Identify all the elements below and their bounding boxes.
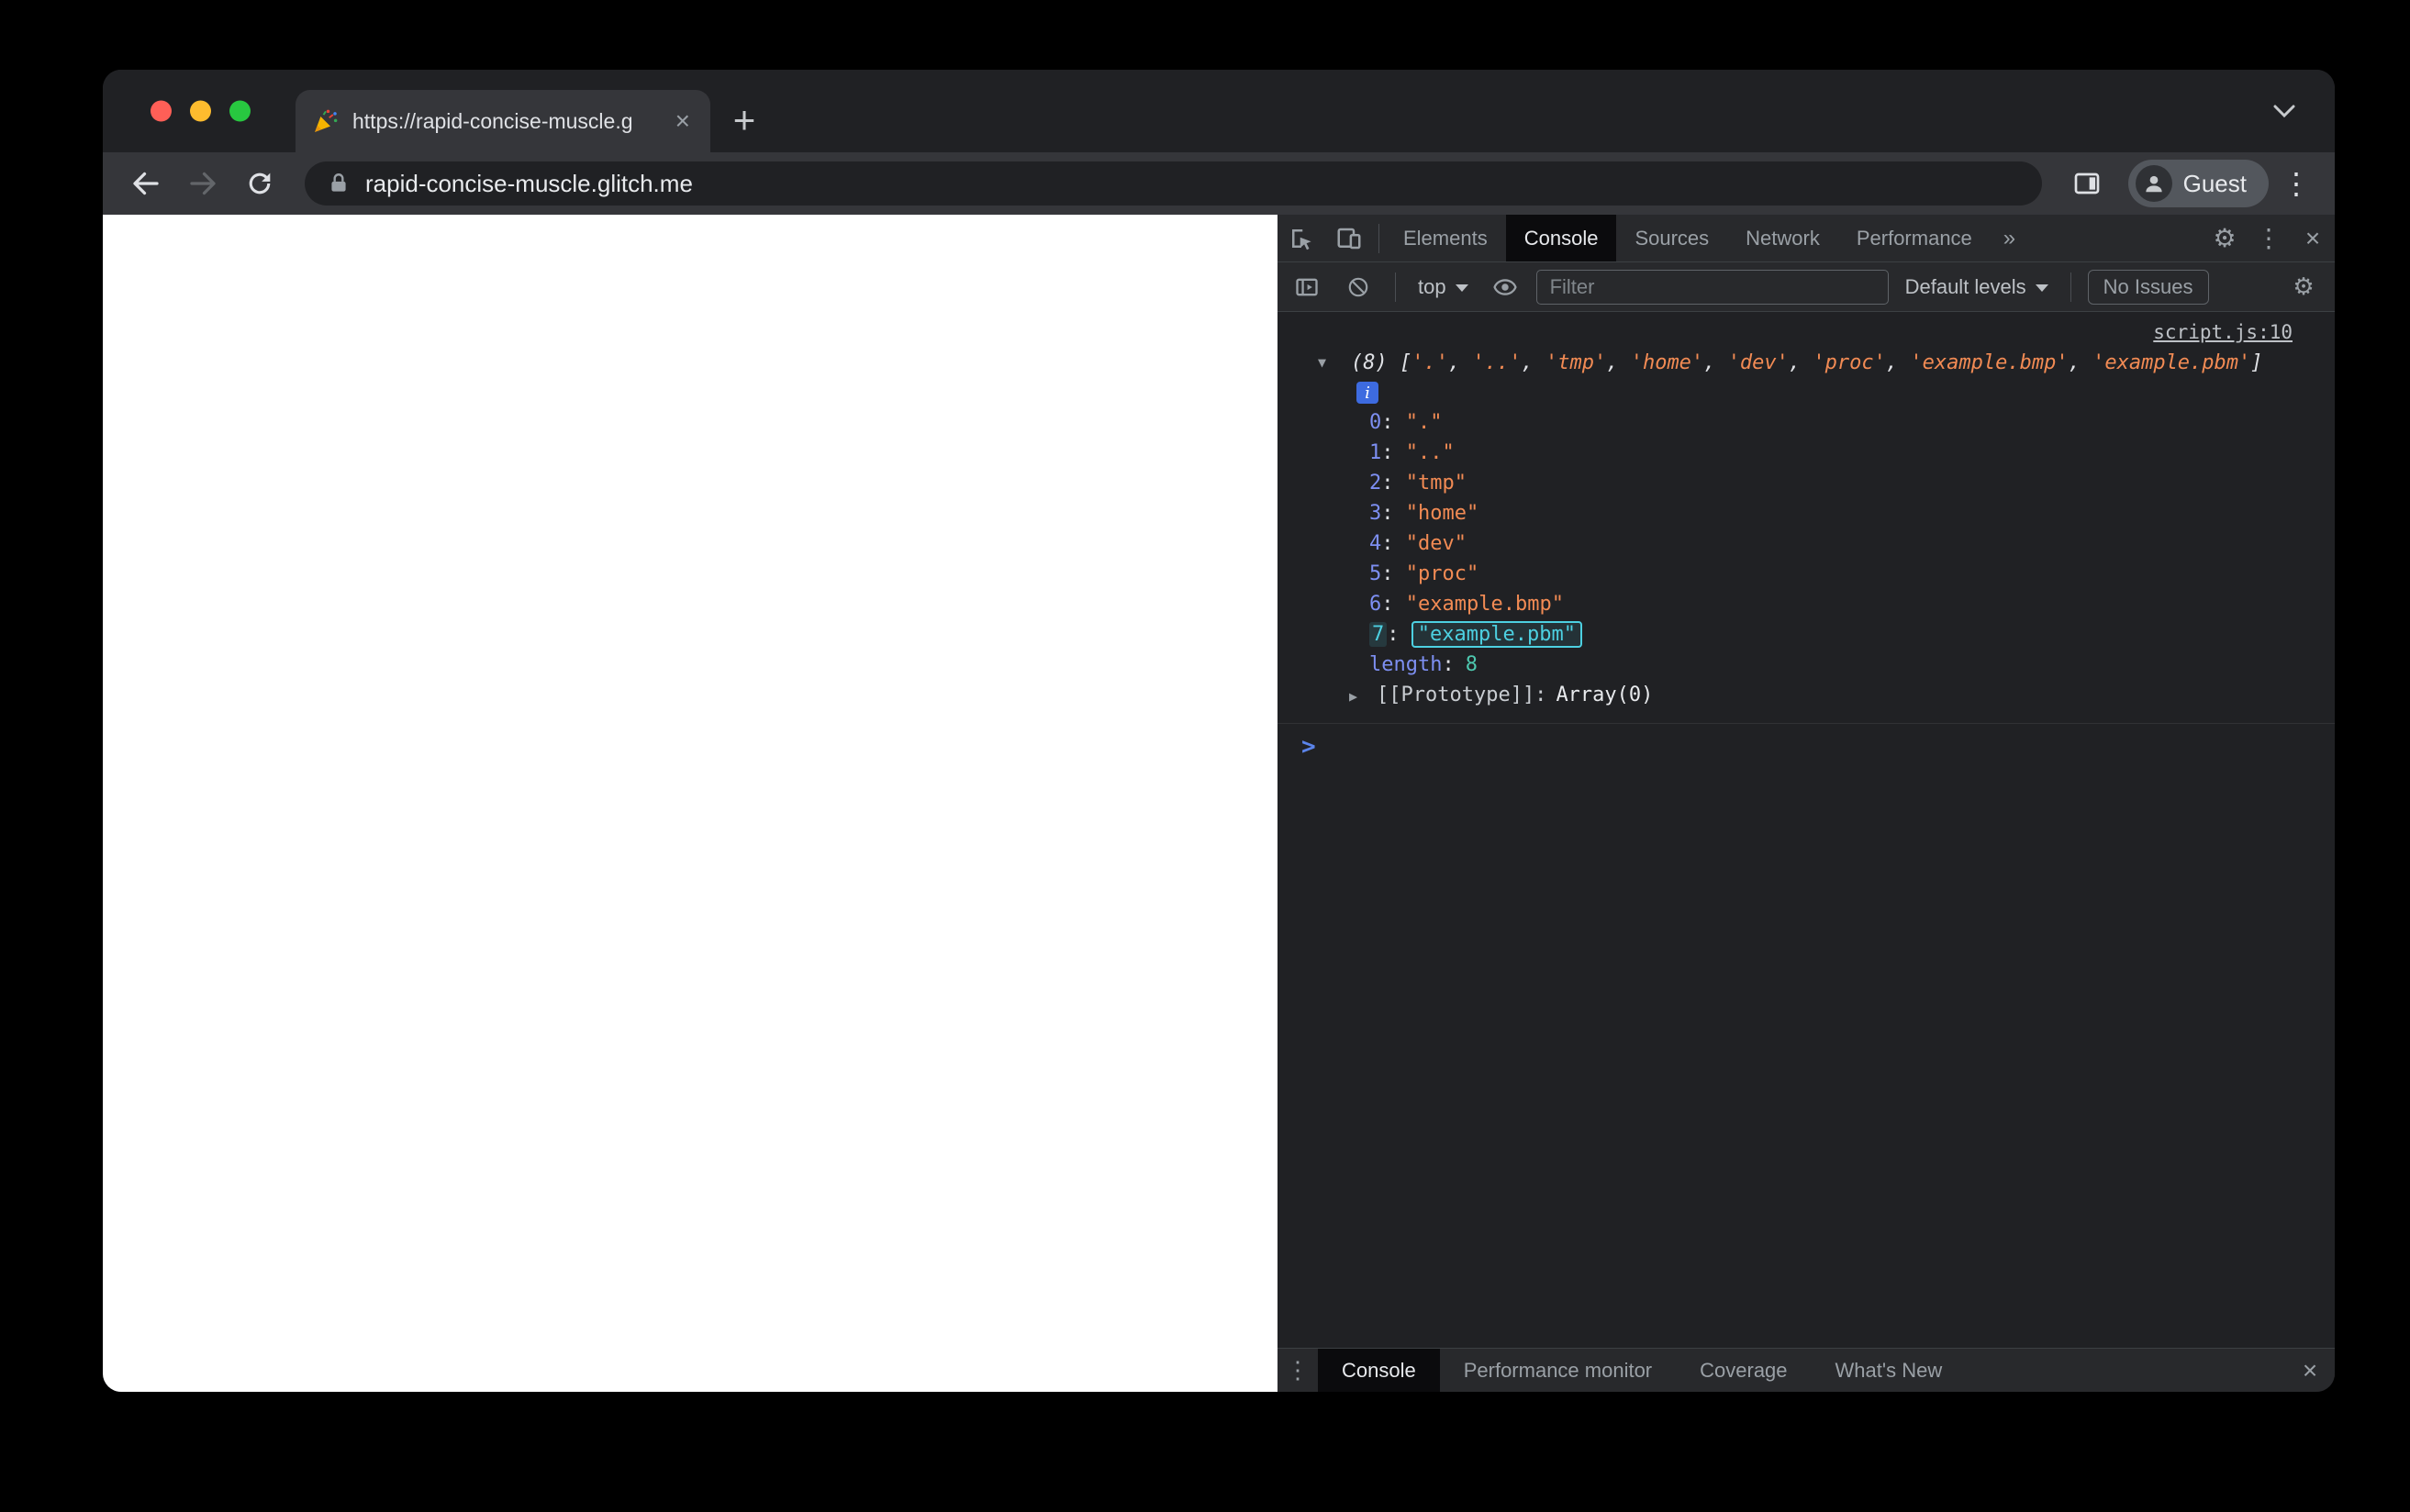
tab-performance[interactable]: Performance [1838, 215, 1991, 261]
separator [1378, 223, 1379, 253]
browser-menu-kebab-icon[interactable]: ⋮ [2276, 166, 2316, 201]
console-array-entry: 2: "tmp" [1369, 472, 1467, 495]
log-levels-selector[interactable]: Default levels [1900, 275, 2054, 299]
length-label: length [1369, 653, 1443, 676]
separator [1395, 272, 1396, 302]
profile-chip[interactable]: Guest [2127, 160, 2269, 207]
tab-strip: https://rapid-concise-muscle.g × + [103, 70, 2335, 152]
tab-close-icon[interactable]: × [672, 108, 694, 134]
tab-title: https://rapid-concise-muscle.g [352, 108, 633, 133]
log-levels-label: Default levels [1904, 274, 2026, 298]
array-preview: (8) ['.', '..', 'tmp', 'home', 'dev', 'p… [1351, 351, 2263, 374]
console-sidebar-toggle-icon[interactable] [1287, 267, 1327, 307]
context-selector[interactable]: top [1412, 275, 1474, 299]
console-log-message: script.js:10 ▼ (8) ['.', '..', 'tmp', 'h… [1278, 317, 2335, 724]
avatar [2135, 165, 2172, 202]
profile-label: Guest [2182, 169, 2247, 197]
drawer-menu-kebab-icon[interactable]: ⋮ [1278, 1356, 1318, 1384]
url-text: rapid-concise-muscle.glitch.me [365, 169, 693, 197]
tab-sources[interactable]: Sources [1616, 215, 1727, 261]
prototype-value: Array(0) [1556, 684, 1654, 706]
back-button[interactable] [121, 159, 171, 208]
devtools-panel: Elements Console Sources Network Perform… [1278, 215, 2335, 1392]
party-popper-icon [312, 107, 340, 135]
device-toolbar-icon[interactable] [1325, 215, 1373, 262]
browser-toolbar: rapid-concise-muscle.glitch.me Guest ⋮ [103, 152, 2335, 215]
drawer-tab-performance-monitor[interactable]: Performance monitor [1440, 1349, 1676, 1392]
devtools-settings-gear-icon[interactable]: ⚙ [2203, 215, 2247, 262]
page-viewport[interactable] [103, 215, 1278, 1392]
new-tab-button[interactable]: + [720, 95, 769, 145]
console-filter-input[interactable] [1535, 269, 1889, 305]
array-length-row: length: 8 [1369, 653, 1478, 676]
side-panel-icon[interactable] [2062, 159, 2112, 208]
forward-button[interactable] [178, 159, 228, 208]
separator [2070, 272, 2071, 302]
console-array-entry: 3: "home" [1369, 502, 1479, 525]
drawer-tab-coverage[interactable]: Coverage [1676, 1349, 1811, 1392]
drawer-close-icon[interactable]: × [2285, 1349, 2335, 1393]
context-selector-label: top [1418, 274, 1446, 298]
url-bar[interactable]: rapid-concise-muscle.glitch.me [305, 161, 2042, 206]
devtools-menu-kebab-icon[interactable]: ⋮ [2247, 215, 2291, 262]
window-content: Elements Console Sources Network Perform… [103, 215, 2335, 1392]
close-window-button[interactable] [151, 100, 172, 122]
browser-window: https://rapid-concise-muscle.g × + rapid… [103, 70, 2335, 1392]
issues-counter[interactable]: No Issues [2087, 269, 2209, 305]
console-array-entry: 5: "proc" [1369, 562, 1479, 585]
tab-network[interactable]: Network [1727, 215, 1838, 261]
tab-console[interactable]: Console [1505, 215, 1617, 261]
console-array-entry: 1: ".." [1369, 441, 1455, 464]
disclosure-expanded-icon[interactable]: ▼ [1318, 348, 1342, 378]
tab-search-chevron-icon[interactable] [2272, 104, 2296, 118]
chevron-down-icon [2035, 284, 2048, 292]
console-array-entry: 0: "." [1369, 411, 1443, 434]
browser-tab[interactable]: https://rapid-concise-muscle.g × [296, 90, 710, 152]
minimize-window-button[interactable] [190, 100, 211, 122]
clear-console-icon[interactable] [1338, 267, 1378, 307]
console-array-entry: 4: "dev" [1369, 532, 1467, 555]
window-controls [151, 100, 251, 122]
devtools-tabbar: Elements Console Sources Network Perform… [1278, 215, 2335, 262]
drawer-tab-whats-new[interactable]: What's New [1812, 1349, 1967, 1392]
console-prompt[interactable]: > [1278, 724, 2335, 761]
zoom-window-button[interactable] [229, 100, 251, 122]
tab-elements[interactable]: Elements [1385, 215, 1506, 261]
source-location-link[interactable]: script.js:10 [2153, 317, 2293, 348]
reload-button[interactable] [235, 159, 285, 208]
prototype-row: ▶ [[Prototype]]: Array(0) [1278, 680, 2335, 712]
array-entries: 0: "." 1: ".." 2: "tmp" 3: "home" 4: "dev" 5:… [1278, 407, 2335, 650]
console-array-entry: 7: "example.pbm" [1369, 619, 2335, 650]
drawer-tab-console[interactable]: Console [1318, 1349, 1440, 1392]
devtools-drawer: ⋮ Console Performance monitor Coverage W… [1278, 1348, 2335, 1392]
length-value: 8 [1465, 653, 1478, 676]
chevron-down-icon [1455, 284, 1468, 292]
disclosure-collapsed-icon[interactable]: ▶ [1349, 682, 1377, 712]
console-settings-gear-icon[interactable]: ⚙ [2282, 263, 2326, 311]
console-output: script.js:10 ▼ (8) ['.', '..', 'tmp', 'h… [1278, 312, 2335, 1348]
more-tabs-chevron[interactable]: » [1991, 215, 2028, 261]
live-expression-eye-icon[interactable] [1485, 267, 1525, 307]
devtools-close-icon[interactable]: × [2291, 215, 2335, 262]
prompt-chevron-icon: > [1301, 733, 1316, 761]
console-toolbar: top Default levels No Issues ⚙ [1278, 262, 2335, 312]
lock-icon[interactable] [327, 172, 351, 195]
value-evaluated-info-icon: i [1356, 382, 1378, 404]
inspect-element-icon[interactable] [1278, 215, 1325, 262]
console-array-entry: 6: "example.bmp" [1369, 593, 1564, 616]
prototype-label: [[Prototype]]: [1377, 684, 1547, 706]
